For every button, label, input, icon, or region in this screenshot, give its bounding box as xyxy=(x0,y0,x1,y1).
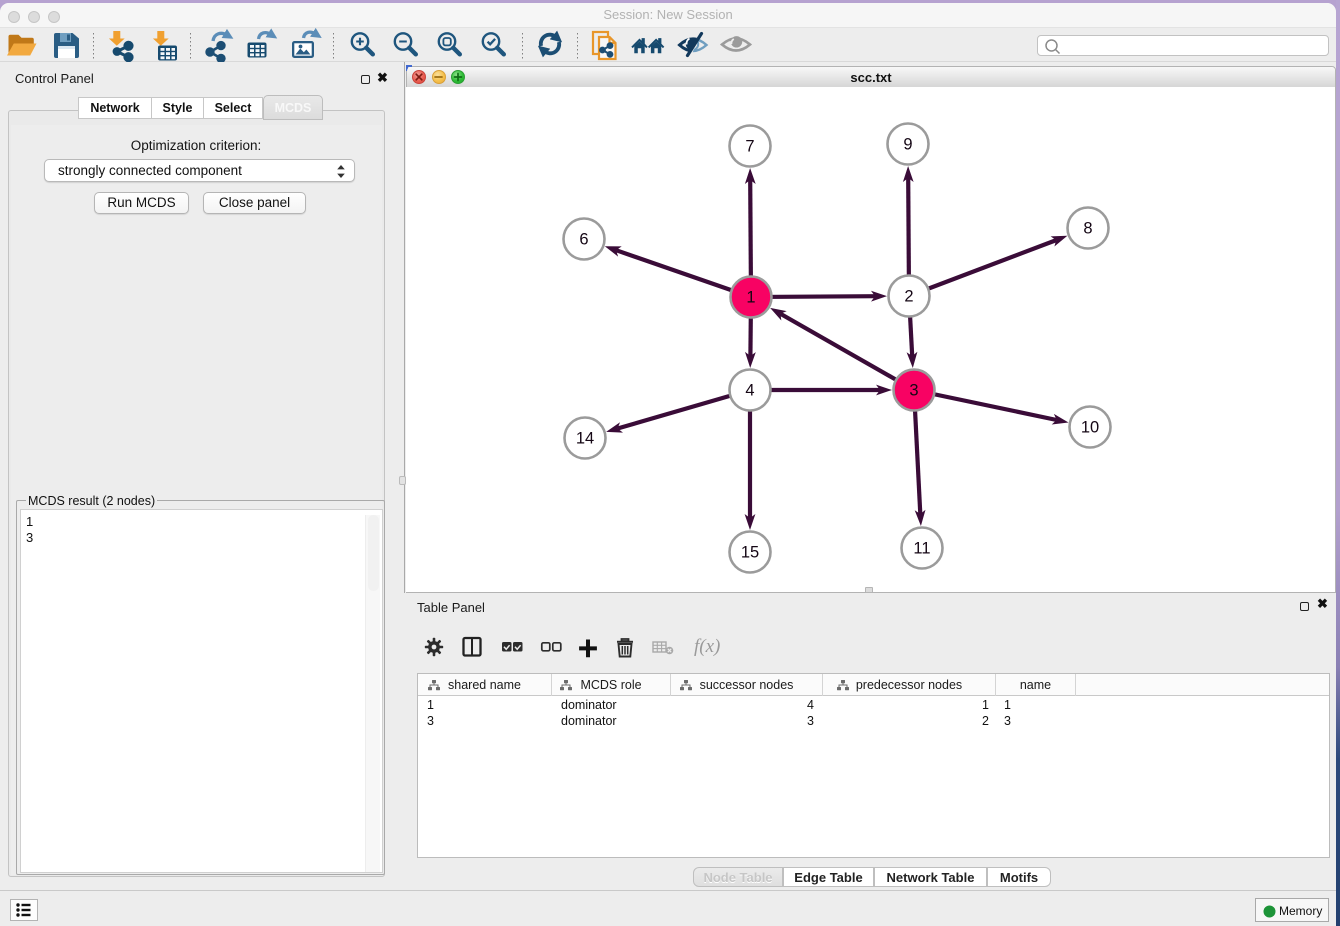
svg-text:1: 1 xyxy=(746,289,755,307)
svg-text:2: 2 xyxy=(904,288,913,306)
svg-text:14: 14 xyxy=(576,430,594,448)
svg-text:15: 15 xyxy=(741,544,759,562)
svg-text:11: 11 xyxy=(913,540,930,558)
svg-text:10: 10 xyxy=(1081,419,1099,437)
svg-text:8: 8 xyxy=(1083,220,1092,238)
svg-text:4: 4 xyxy=(745,382,754,400)
svg-text:6: 6 xyxy=(579,231,588,249)
svg-text:f(x): f(x) xyxy=(694,636,720,657)
svg-text:9: 9 xyxy=(903,136,912,154)
svg-text:7: 7 xyxy=(745,138,754,156)
svg-text:3: 3 xyxy=(909,382,918,400)
